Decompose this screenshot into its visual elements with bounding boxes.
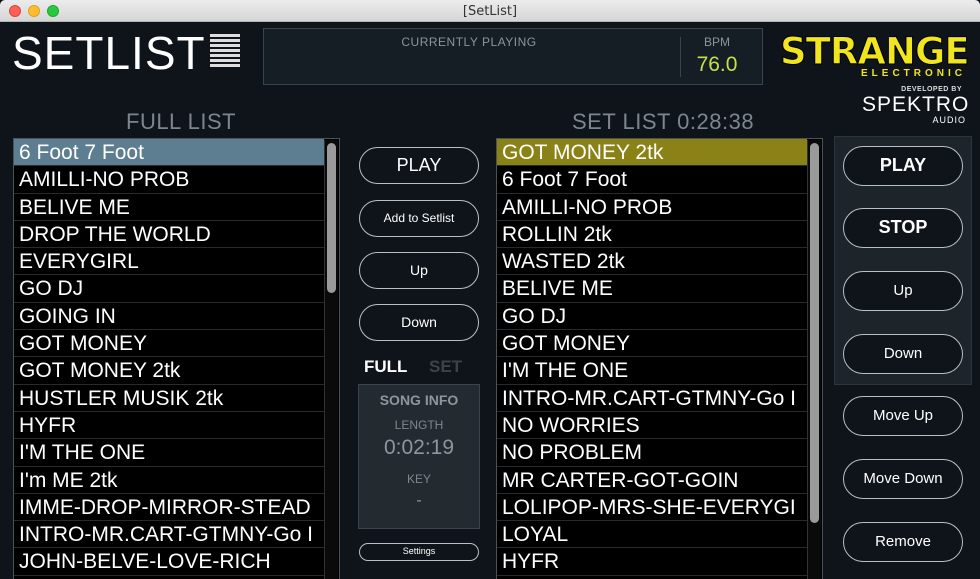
list-item[interactable]: GOING IN — [14, 303, 324, 331]
logo-bars-icon — [210, 34, 240, 70]
list-item[interactable]: GO DJ — [497, 303, 807, 331]
app-logo: SETLIST — [12, 27, 206, 79]
song-info-title: SONG INFO — [379, 392, 459, 408]
scroll-thumb[interactable] — [327, 143, 336, 293]
list-item[interactable]: HYFR — [14, 412, 324, 440]
brand-logo: STRANGE ELECTRONIC — [780, 30, 971, 80]
set-up-button[interactable]: Up — [843, 271, 963, 311]
list-item[interactable]: 6 Foot 7 Foot — [14, 139, 324, 167]
key-value: - — [416, 492, 422, 509]
scroll-thumb[interactable] — [810, 143, 819, 523]
list-item[interactable]: LOYAL — [497, 521, 807, 549]
stop-button[interactable]: STOP — [843, 208, 963, 248]
developer-sub: AUDIO — [932, 115, 966, 125]
song-info-panel: SONG INFO LENGTH 0:02:19 KEY - — [358, 384, 480, 529]
list-item[interactable]: AMILLI-NO PROB — [14, 166, 324, 194]
list-item[interactable]: NO PROBLEM — [497, 439, 807, 467]
length-label: LENGTH — [394, 418, 444, 432]
list-item[interactable]: I'M THE ONE — [14, 439, 324, 467]
list-item[interactable]: ROLLIN 2tk — [497, 221, 807, 249]
list-item[interactable]: JOHN-BELVE-LOVE-RICH — [14, 548, 324, 576]
list-item[interactable]: INTRO-MR.CART-GTMNY-Go I — [14, 521, 324, 549]
list-item[interactable]: WASTED 2tk — [497, 248, 807, 276]
move-down-button[interactable]: Move Down — [843, 459, 963, 499]
full-down-button[interactable]: Down — [359, 304, 479, 341]
window-title: [SetList] — [462, 4, 518, 19]
key-label: KEY — [406, 472, 431, 486]
full-list-scrollbar[interactable] — [324, 140, 338, 579]
list-item[interactable]: GOT MONEY — [497, 330, 807, 358]
list-item[interactable]: DROP THE WORLD — [14, 221, 324, 249]
list-item[interactable]: GOT MONEY — [14, 330, 324, 358]
list-item[interactable]: MR CARTER-GOT-GOIN — [497, 467, 807, 494]
now-playing-panel: CURRENTLY PLAYING BPM 76.0 — [263, 28, 763, 85]
play-full-button[interactable]: PLAY — [359, 147, 479, 184]
list-item[interactable]: I'm ME 2tk — [14, 467, 324, 494]
tab-full[interactable]: FULL — [364, 357, 407, 377]
list-item[interactable]: BELIVE ME — [14, 194, 324, 221]
settings-button[interactable]: Settings — [359, 543, 479, 561]
brand-name: STRANGE — [780, 30, 971, 73]
list-item[interactable]: IMME-DROP-MIRROR-STEAD — [14, 494, 324, 522]
set-down-button[interactable]: Down — [843, 334, 963, 374]
list-item[interactable]: AMILLI-NO PROB — [497, 194, 807, 221]
list-item[interactable]: NO WORRIES — [497, 412, 807, 440]
list-item[interactable]: EVERYGIRL — [14, 248, 324, 276]
title-bar: [SetList] — [0, 0, 980, 22]
list-item[interactable]: HYFR — [497, 548, 807, 576]
list-item[interactable]: 6 Foot 7 Foot — [497, 166, 807, 194]
move-up-button[interactable]: Move Up — [843, 396, 963, 436]
set-list-header: SET LIST 0:28:38 — [572, 109, 755, 134]
play-set-button[interactable]: PLAY — [843, 146, 963, 186]
full-list[interactable]: 6 Foot 7 Foot AMILLI-NO PROB BELIVE ME DROP… — [13, 138, 340, 579]
remove-button[interactable]: Remove — [843, 522, 963, 562]
list-item[interactable]: GO DJ — [14, 275, 324, 303]
developer-logo: SPEKTRO — [862, 93, 970, 116]
list-item[interactable]: BELIVE ME — [497, 275, 807, 303]
list-item[interactable]: I'M THE ONE — [497, 357, 807, 385]
tab-set[interactable]: SET — [429, 357, 462, 377]
add-to-setlist-button[interactable]: Add to Setlist — [359, 200, 479, 237]
set-list-scrollbar[interactable] — [807, 140, 821, 579]
full-up-button[interactable]: Up — [359, 252, 479, 289]
app-window: SETLIST CURRENTLY PLAYING BPM 76.0 STRAN… — [0, 22, 980, 579]
length-value: 0:02:19 — [383, 436, 455, 459]
list-item[interactable]: GOT MONEY 2tk — [497, 139, 807, 167]
now-playing-label: CURRENTLY PLAYING — [401, 35, 537, 49]
list-item[interactable]: INTRO-MR.CART-GTMNY-Go I — [497, 385, 807, 412]
list-item[interactable]: HUSTLER MUSIK 2tk — [14, 385, 324, 412]
developed-by-label: DEVELOPED BY — [901, 86, 962, 93]
full-list-header: FULL LIST — [126, 109, 237, 134]
bpm-value: 76.0 — [696, 53, 738, 76]
bpm-label: BPM — [703, 35, 730, 49]
divider — [680, 37, 681, 77]
list-item[interactable]: LOLIPOP-MRS-SHE-EVERYGI — [497, 494, 807, 522]
list-item[interactable]: GOT MONEY 2tk — [14, 357, 324, 385]
set-list[interactable]: GOT MONEY 2tk 6 Foot 7 Foot AMILLI-NO PROB… — [496, 138, 823, 579]
